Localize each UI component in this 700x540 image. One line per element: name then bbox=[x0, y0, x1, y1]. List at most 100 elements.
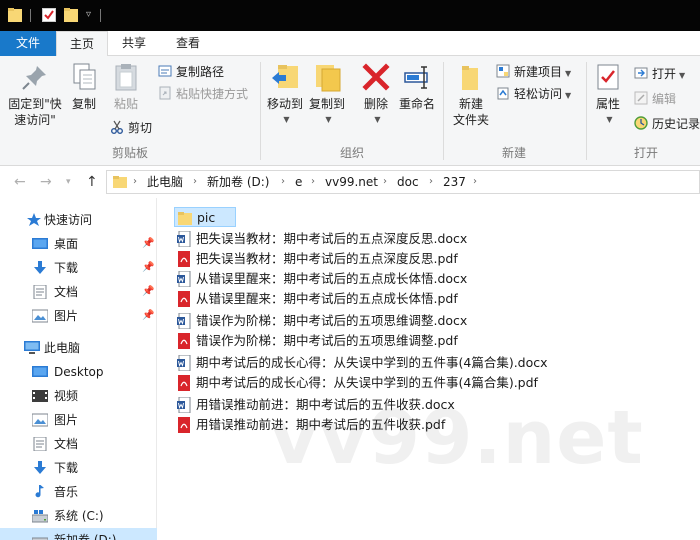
paste-button[interactable]: 粘贴 bbox=[106, 62, 146, 112]
documents-icon bbox=[33, 437, 47, 451]
properties-icon bbox=[597, 64, 619, 90]
nav-pc-desktop-label: Desktop bbox=[54, 365, 104, 379]
new-folder-icon[interactable] bbox=[64, 7, 78, 23]
nav-drive-d-label: 新加卷 (D:) bbox=[54, 533, 117, 540]
file-name: 用错误推动前进：期中考试后的五件收获.pdf bbox=[196, 417, 446, 432]
rename-button[interactable]: 重命名 bbox=[396, 62, 438, 112]
breadcrumb-chevron-icon[interactable]: › bbox=[473, 171, 477, 193]
pictures-icon bbox=[32, 309, 48, 323]
ribbon: 固定到"快 速访问" 复制 粘贴 复制路径 粘贴快捷方式 剪切 剪贴板 移动到 … bbox=[0, 56, 700, 166]
nav-pc-documents[interactable]: 文档 bbox=[0, 432, 157, 456]
cut-label: 剪切 bbox=[128, 121, 153, 135]
easy-access-button[interactable]: 轻松访问 ▼ bbox=[496, 84, 571, 104]
nav-drive-c[interactable]: 系统 (C:) bbox=[0, 504, 157, 528]
new-folder-button[interactable]: 新建 文件夹 bbox=[448, 62, 494, 128]
group-separator bbox=[260, 62, 261, 160]
nav-documents[interactable]: 文档 📌 bbox=[0, 280, 157, 304]
folder-row[interactable]: pic bbox=[174, 207, 236, 227]
tab-home[interactable]: 主页 bbox=[56, 31, 108, 57]
ribbon-tab-bar: 文件 主页 共享 查看 bbox=[0, 31, 700, 57]
breadcrumb-chevron-icon[interactable]: › bbox=[281, 171, 285, 193]
history-button[interactable]: 历史记录 bbox=[634, 114, 700, 134]
file-name: 用错误推动前进：期中考试后的五件收获.docx bbox=[196, 397, 455, 412]
nav-downloads[interactable]: 下载 📌 bbox=[0, 256, 157, 280]
nav-quick-access[interactable]: 快速访问 bbox=[0, 208, 157, 232]
pdf-file-icon bbox=[178, 417, 190, 433]
copy-path-label: 复制路径 bbox=[176, 65, 225, 79]
chevron-down-icon: ▼ bbox=[374, 115, 381, 124]
breadcrumb-this-pc[interactable]: 此电脑 bbox=[147, 171, 183, 193]
edit-button[interactable]: 编辑 bbox=[634, 89, 676, 109]
video-icon bbox=[32, 390, 48, 402]
open-icon bbox=[634, 67, 648, 79]
edit-label: 编辑 bbox=[652, 92, 677, 106]
pin-to-quick-access-button[interactable]: 固定到"快 速访问" bbox=[4, 62, 66, 128]
scissors-icon bbox=[111, 120, 123, 134]
rename-label: 重命名 bbox=[398, 97, 435, 111]
breadcrumb-vv99[interactable]: vv99.net bbox=[325, 171, 378, 193]
word-file-icon bbox=[177, 271, 191, 287]
new-folder-icon bbox=[462, 66, 478, 90]
open-button[interactable]: 打开 ▼ bbox=[634, 64, 685, 84]
breadcrumb-chevron-icon[interactable]: › bbox=[193, 171, 197, 193]
breadcrumb-drive-d[interactable]: 新加卷 (D:) bbox=[207, 171, 269, 193]
nav-this-pc[interactable]: 此电脑 bbox=[0, 336, 157, 360]
pdf-file-icon bbox=[178, 333, 190, 349]
folder-icon bbox=[178, 212, 192, 225]
delete-button[interactable]: 删除 ▼ bbox=[358, 62, 394, 128]
forward-arrow-icon[interactable]: → bbox=[40, 174, 52, 190]
address-bar[interactable]: › 此电脑 › 新加卷 (D:) › e › vv99.net › doc › … bbox=[106, 170, 700, 194]
nav-drive-d[interactable]: 新加卷 (D:) bbox=[0, 528, 157, 540]
copy-to-button[interactable]: 复制到 ▼ bbox=[306, 62, 348, 128]
customize-toolbar-icon[interactable]: ▿ bbox=[86, 9, 91, 20]
nav-pc-downloads-label: 下载 bbox=[54, 461, 79, 475]
nav-pc-desktop[interactable]: Desktop bbox=[0, 360, 157, 384]
group-separator bbox=[443, 62, 444, 160]
nav-music[interactable]: 音乐 bbox=[0, 480, 157, 504]
nav-pictures[interactable]: 图片 📌 bbox=[0, 304, 157, 328]
copy-button[interactable]: 复制 bbox=[66, 62, 102, 112]
new-folder-label-line-1: 新建 bbox=[458, 97, 483, 111]
breadcrumb-chevron-icon[interactable]: › bbox=[133, 171, 137, 193]
history-icon bbox=[634, 116, 648, 130]
breadcrumb-doc[interactable]: doc bbox=[397, 171, 419, 193]
file-name: 期中考试后的成长心得：从失误中学到的五件事(4篇合集).pdf bbox=[196, 375, 538, 390]
breadcrumb-chevron-icon[interactable]: › bbox=[383, 171, 387, 193]
pin-icon: 📌 bbox=[142, 262, 155, 273]
breadcrumb-e[interactable]: e bbox=[295, 171, 302, 193]
tab-share[interactable]: 共享 bbox=[110, 31, 158, 56]
breadcrumb-237[interactable]: 237 bbox=[443, 171, 466, 193]
new-item-button[interactable]: 新建项目 ▼ bbox=[496, 62, 571, 82]
tab-view[interactable]: 查看 bbox=[162, 31, 214, 56]
paste-shortcut-button[interactable]: 粘贴快捷方式 bbox=[158, 84, 248, 104]
properties-icon[interactable] bbox=[42, 8, 56, 22]
breadcrumb-chevron-icon[interactable]: › bbox=[429, 171, 433, 193]
desktop-icon bbox=[32, 366, 48, 377]
copy-to-label: 复制到 bbox=[308, 97, 345, 111]
properties-button[interactable]: 属性 ▼ bbox=[590, 62, 626, 128]
folder-icon[interactable] bbox=[8, 7, 22, 23]
breadcrumb-chevron-icon[interactable]: › bbox=[311, 171, 315, 193]
nav-pc-downloads[interactable]: 下载 bbox=[0, 456, 157, 480]
pdf-file-icon bbox=[178, 291, 190, 307]
back-arrow-icon[interactable]: ← bbox=[14, 174, 26, 190]
cut-button[interactable]: 剪切 bbox=[110, 118, 152, 138]
star-icon bbox=[27, 213, 41, 226]
clipboard-group-label: 剪贴板 bbox=[111, 146, 148, 160]
system-drive-icon bbox=[32, 510, 48, 523]
nav-videos[interactable]: 视频 bbox=[0, 384, 157, 408]
copy-path-button[interactable]: 复制路径 bbox=[158, 62, 224, 82]
up-arrow-icon[interactable]: ↑ bbox=[86, 174, 98, 190]
computer-icon bbox=[24, 341, 40, 354]
nav-pc-pictures[interactable]: 图片 bbox=[0, 408, 157, 432]
tab-file[interactable]: 文件 bbox=[0, 31, 56, 56]
separator bbox=[100, 9, 101, 22]
recent-locations-chevron-icon[interactable]: ▾ bbox=[66, 177, 71, 187]
move-to-button[interactable]: 移动到 ▼ bbox=[264, 62, 306, 128]
nav-desktop[interactable]: 桌面 📌 bbox=[0, 232, 157, 256]
address-row: ← → ▾ ↑ › 此电脑 › 新加卷 (D:) › e › vv99.net … bbox=[0, 166, 700, 198]
edit-icon bbox=[634, 91, 648, 105]
chevron-down-icon: ▼ bbox=[325, 115, 332, 124]
pin-icon bbox=[22, 66, 46, 90]
desktop-icon bbox=[32, 238, 48, 249]
